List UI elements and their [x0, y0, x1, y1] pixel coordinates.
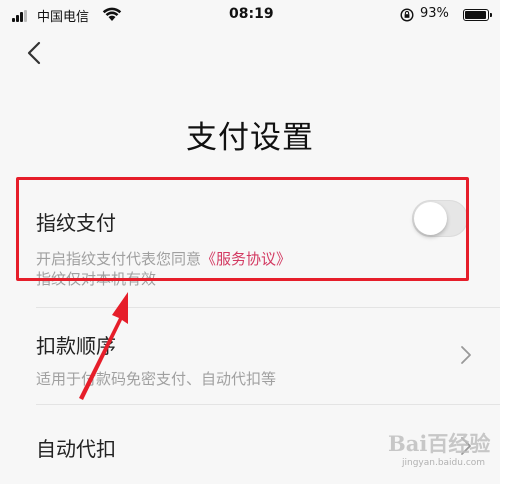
watermark-logo-text: Bai百经验: [388, 431, 491, 456]
page-title: 支付设置: [186, 120, 314, 156]
auto-debit-label: 自动代扣: [36, 437, 116, 461]
watermark-url: jingyan.baidu.com: [402, 458, 486, 468]
rotation-lock-icon: [400, 8, 414, 22]
battery-icon: [463, 9, 492, 21]
baidu-jingyan-watermark: Bai百经验 jingyan.baidu.com: [388, 428, 492, 474]
carrier-name: 中国电信: [37, 10, 90, 25]
battery-percent: 93%: [420, 6, 449, 21]
status-time: 08:19: [229, 6, 274, 22]
screenshot-edge: [500, 0, 510, 484]
chevron-right-icon: [461, 346, 471, 364]
payment-settings-screen: 中国电信 08:19 93% 支付设置 指纹支付 开启指纹支付代表您同意《服务协…: [0, 0, 500, 484]
back-button[interactable]: [24, 40, 44, 66]
divider: [36, 404, 500, 405]
status-bar: 中国电信 08:19 93%: [0, 0, 500, 30]
signal-strength-icon: [12, 10, 30, 22]
wifi-icon: [102, 7, 122, 21]
annotation-arrow-icon: [79, 292, 128, 400]
highlight-box: [16, 177, 469, 281]
